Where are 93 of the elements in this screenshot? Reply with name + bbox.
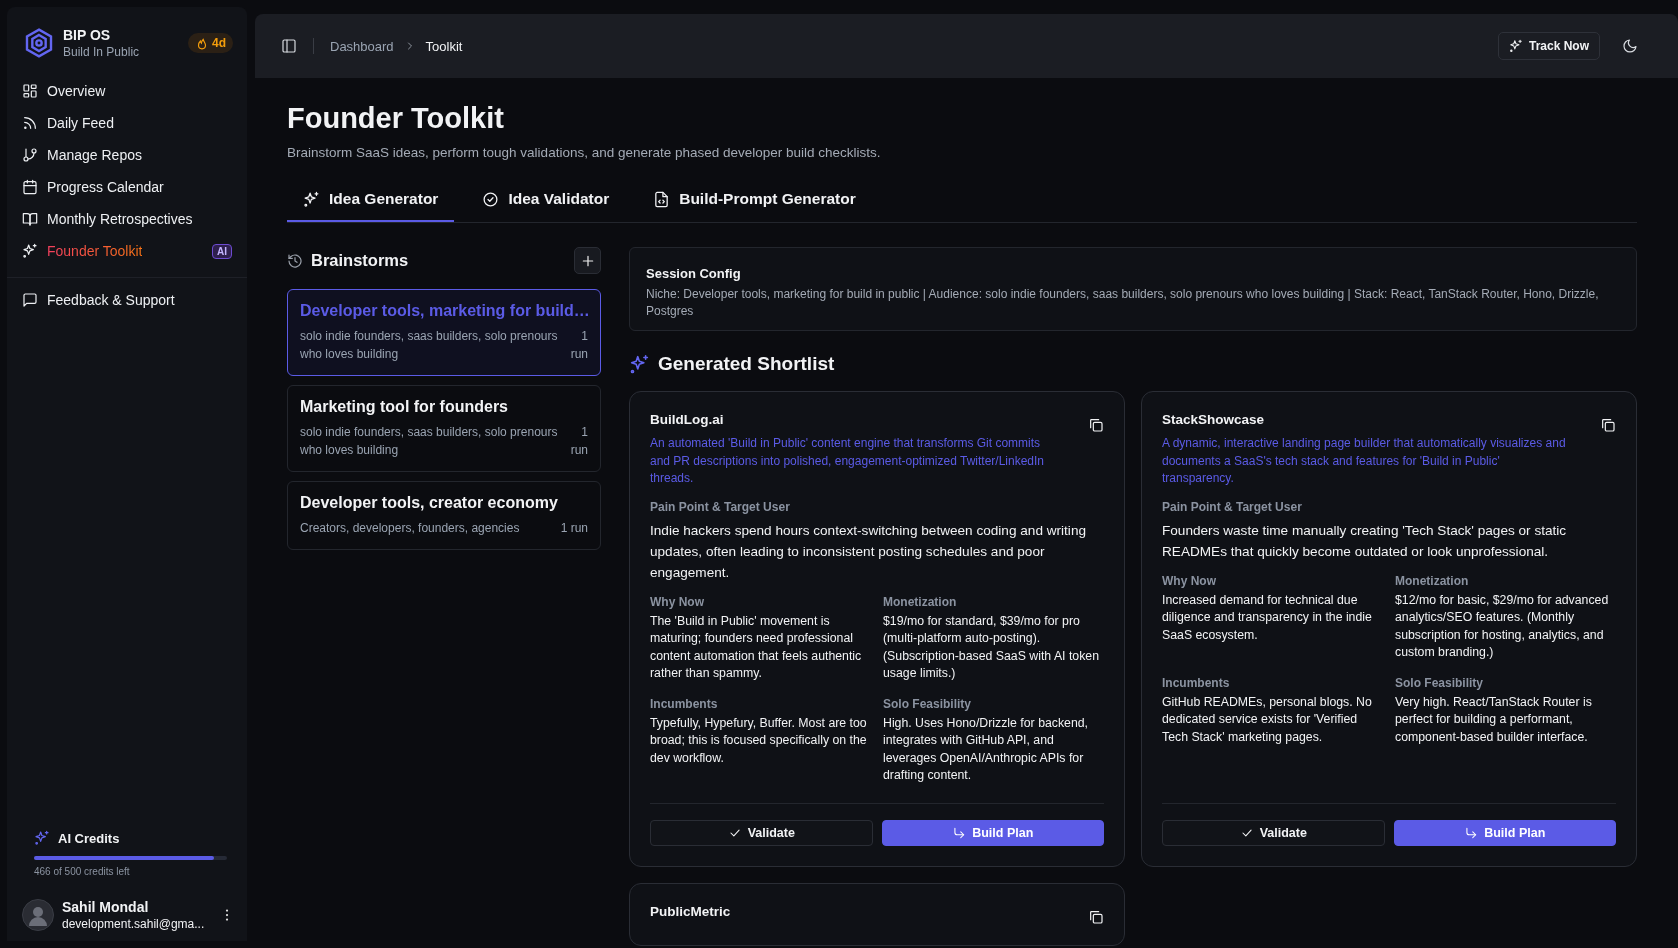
field-text: $19/mo for standard, $39/mo for pro (multi-platform auto-posting). (Subscription-based SaaS with AI token usage limits.) — [883, 612, 1100, 682]
field-label: Why Now — [1162, 573, 1217, 588]
tab[interactable]: Idea Validator — [466, 180, 626, 222]
corner-arrow-icon — [952, 825, 967, 840]
validate-button[interactable]: Validate — [650, 819, 873, 846]
history-icon — [287, 252, 303, 269]
check-circle-icon — [482, 190, 500, 208]
copy-icon[interactable] — [1088, 908, 1104, 925]
tab[interactable]: Idea Generator — [287, 180, 455, 222]
validate-button[interactable]: Validate — [1162, 819, 1385, 846]
build-plan-button[interactable]: Build Plan — [1393, 819, 1616, 846]
idea-name: BuildLog.ai — [650, 412, 724, 427]
sparkles-icon — [303, 190, 320, 208]
field-text: Very high. React/TanStack Router is perfect for building a performant, component-based builder interface. — [1395, 693, 1593, 746]
idea-name: PublicMetric — [650, 903, 731, 919]
brainstorm-item[interactable]: Developer tools, marketing for build… solo indie founders, saas builders, solo prenours who loves building 1 run — [287, 289, 601, 376]
field-label: Monetization — [883, 594, 958, 609]
pain-point-text: Founders waste time manually creating 'Tech Stack' pages or static READMEs that quickly become outdated or look unprofessional. — [1162, 521, 1568, 561]
sparkles-icon — [22, 243, 38, 259]
file-code-icon — [653, 190, 671, 208]
rss-icon — [22, 115, 38, 131]
corner-arrow-icon — [1464, 825, 1479, 840]
avatar-silhouette — [22, 899, 54, 931]
sidebar-item[interactable]: Progress Calendar — [22, 171, 232, 203]
tab[interactable]: Build-Prompt Generator — [637, 180, 872, 222]
field-label: Solo Feasibility — [883, 696, 973, 711]
ai-badge: AI — [212, 243, 232, 259]
git-branch-icon — [22, 147, 38, 163]
sidebar-item[interactable]: Overview — [22, 75, 232, 107]
breadcrumb-current: Toolkit — [425, 38, 463, 54]
sparkles-icon — [629, 353, 650, 375]
sidebar-item[interactable]: Founder Toolkit AI — [22, 235, 232, 267]
brainstorm-audience: Creators, developers, founders, agencies — [300, 520, 521, 537]
credits-caption: 466 of 500 credits left — [34, 866, 131, 877]
brainstorm-item[interactable]: Developer tools, creator economy Creators, developers, founders, agencies 1 run — [287, 481, 601, 550]
app-name: BIP OS — [63, 27, 112, 43]
breadcrumb-link[interactable]: Dashboard — [330, 38, 394, 54]
calendar-icon — [22, 179, 38, 195]
field-text: High. Uses Hono/Drizzle for backend, integrates with GitHub API, and leverages OpenAI/Anthropic APIs for drafting content. — [883, 714, 1090, 784]
copy-icon[interactable] — [1600, 417, 1616, 433]
sidebar-toggle-icon[interactable] — [281, 38, 297, 54]
field-text: Increased demand for technical due diligence and transparency in the indie SaaS ecosystem. — [1162, 591, 1373, 644]
pain-point-text: Indie hackers spend hours context-switching between coding and writing updates, often leading to inconsistent posting schedules and poor engagement. — [650, 521, 1087, 582]
sidebar-item[interactable]: Daily Feed — [22, 107, 232, 139]
page-title: Founder Toolkit — [287, 102, 505, 135]
run-count: 1 run — [569, 424, 588, 459]
user-name: Sahil Mondal — [62, 899, 150, 915]
section-title: Generated Shortlist — [658, 353, 835, 375]
brainstorm-audience: solo indie founders, saas builders, solo prenours who loves building — [300, 424, 559, 459]
app-tagline: Build In Public — [63, 45, 140, 59]
idea-name: StackShowcase — [1162, 412, 1265, 427]
field-label: Pain Point & Target User — [1162, 499, 1303, 514]
brainstorm-item[interactable]: Marketing tool for founders solo indie founders, saas builders, solo prenours who loves building 1 run — [287, 385, 601, 472]
brainstorm-audience: solo indie founders, saas builders, solo prenours who loves building — [300, 328, 559, 363]
field-label: Solo Feasibility — [1395, 675, 1485, 690]
sidebar-item[interactable]: Feedback & Support — [22, 284, 232, 316]
grid-icon — [22, 83, 38, 99]
build-plan-button[interactable]: Build Plan — [881, 819, 1104, 846]
field-text: $12/mo for basic, $29/mo for advanced analytics/SEO features. (Monthly subscription for hosting, analytics, and custom branding.) — [1395, 591, 1610, 661]
user-email: development.sahil@gma... — [62, 917, 205, 931]
moon-icon[interactable] — [1622, 38, 1638, 54]
more-icon[interactable] — [225, 909, 229, 921]
credits-title: AI Credits — [58, 830, 120, 846]
sidebar-item[interactable]: Manage Repos — [22, 139, 232, 171]
field-text: Typefully, Hypefury, Buffer. Most are too broad; this is focused specifically on the dev workflow. — [650, 714, 868, 767]
brainstorm-title: Marketing tool for founders — [300, 398, 509, 416]
field-text: The 'Build in Public' movement is maturing; founders need professional content automation that feels authentic rather than spammy. — [650, 612, 863, 682]
field-label: Incumbents — [1162, 675, 1231, 690]
field-label: Incumbents — [650, 696, 719, 711]
copy-icon[interactable] — [1088, 417, 1104, 433]
flame-icon — [195, 36, 209, 50]
sidebar-item[interactable]: Monthly Retrospectives — [22, 203, 232, 235]
run-count: 1 run — [569, 328, 588, 363]
book-icon — [22, 211, 38, 227]
sparkles-icon — [1508, 39, 1523, 53]
streak-badge: 4d — [188, 33, 233, 53]
idea-pitch: A dynamic, interactive landing page builder that automatically visualizes and documents a SaaS's tech stack and features for 'Build in Public' transparency. — [1162, 435, 1566, 487]
field-label: Monetization — [1395, 573, 1470, 588]
field-label: Why Now — [650, 594, 705, 609]
idea-pitch: An automated 'Build in Public' content engine that transforms Git commits and PR descriptions into polished, engagement-optimized Twitter/LinkedIn threads. — [650, 435, 1045, 487]
panel-title: Session Config — [646, 266, 741, 281]
field-text: GitHub READMEs, personal blogs. No dedicated service exists for 'Verified Tech Stack' marketing pages. — [1162, 693, 1373, 746]
brainstorm-title: Developer tools, marketing for build… — [300, 302, 588, 320]
section-title: Brainstorms — [311, 251, 409, 270]
add-button[interactable] — [574, 247, 601, 274]
brainstorm-title: Developer tools, creator economy — [300, 494, 559, 512]
config-text: Niche: Developer tools, marketing for build in public | Audience: solo indie founders, saas builders, solo prenours who loves building | Stack: React, TanStack Router, Hono, Drizzle, Postgres — [646, 286, 1600, 320]
sparkles-icon — [34, 830, 50, 846]
page-subtitle: Brainstorm SaaS ideas, perform tough validations, and generate phased developer build checklists. — [287, 145, 882, 160]
track-now-button[interactable]: Track Now — [1497, 32, 1600, 60]
field-label: Pain Point & Target User — [650, 499, 791, 514]
hexagon-logo-icon — [23, 27, 55, 59]
run-count: 1 run — [560, 520, 588, 537]
